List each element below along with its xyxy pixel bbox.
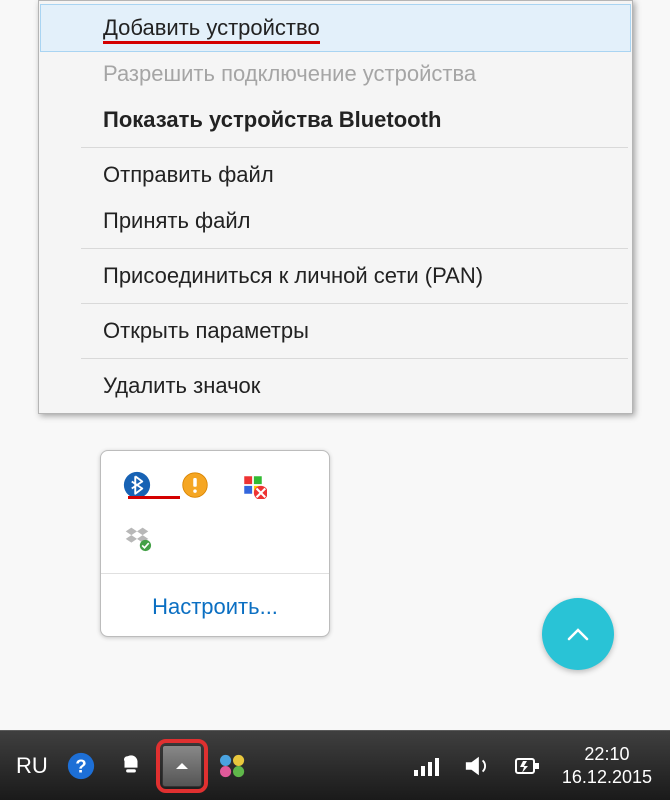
menu-item-show-bluetooth[interactable]: Показать устройства Bluetooth	[41, 97, 630, 143]
power-icon[interactable]	[508, 747, 546, 785]
menu-separator	[81, 303, 628, 304]
clock-time: 22:10	[562, 743, 652, 766]
show-hidden-icons-button[interactable]	[162, 745, 202, 787]
menu-item-send-file[interactable]: Отправить файл	[41, 152, 630, 198]
menu-item-remove-icon[interactable]: Удалить значок	[41, 363, 630, 409]
tray-overflow-popup: Настроить...	[100, 450, 330, 637]
menu-separator	[81, 147, 628, 148]
menu-item-join-pan[interactable]: Присоединиться к личной сети (PAN)	[41, 253, 630, 299]
menu-separator	[81, 248, 628, 249]
menu-item-allow-connect: Разрешить подключение устройства	[41, 51, 630, 97]
menu-separator	[81, 358, 628, 359]
menu-item-add-device[interactable]: Добавить устройство	[40, 4, 631, 52]
menu-item-open-settings[interactable]: Открыть параметры	[41, 308, 630, 354]
divider	[101, 573, 329, 574]
dropbox-icon[interactable]	[121, 521, 153, 553]
security-alert-icon[interactable]	[237, 469, 269, 501]
menu-item-receive-file[interactable]: Принять файл	[41, 198, 630, 244]
network-icon[interactable]	[408, 747, 446, 785]
svg-text:?: ?	[75, 755, 86, 776]
volume-icon[interactable]	[458, 747, 496, 785]
sound-warning-icon[interactable]	[179, 469, 211, 501]
show-hidden-icons-highlight	[156, 739, 208, 793]
scroll-up-fab[interactable]	[542, 598, 614, 670]
bluetooth-context-menu: Добавить устройство Разрешить подключени…	[38, 0, 633, 414]
action-center-icon[interactable]	[112, 747, 150, 785]
clock[interactable]: 22:10 16.12.2015	[552, 743, 662, 788]
taskbar: RU ?	[0, 730, 670, 800]
language-indicator[interactable]: RU	[8, 753, 56, 779]
tray-icons-grid	[117, 465, 313, 567]
clock-date: 16.12.2015	[562, 766, 652, 789]
homegroup-icon[interactable]	[214, 747, 252, 785]
annotation-underline	[128, 496, 180, 499]
help-icon[interactable]: ?	[62, 747, 100, 785]
tray-customize-link[interactable]: Настроить...	[117, 580, 313, 636]
